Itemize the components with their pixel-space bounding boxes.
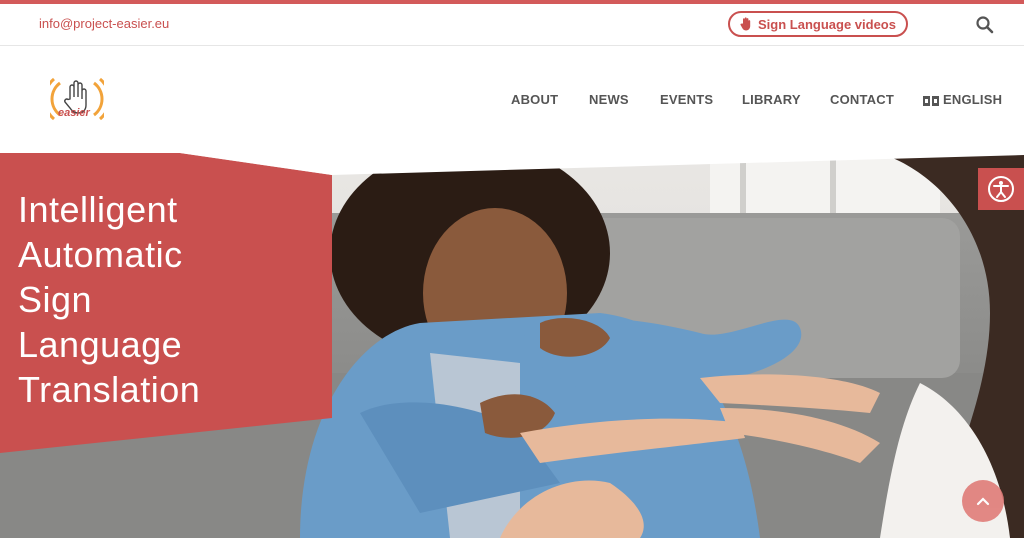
main-header: easier ABOUT NEWS EVENTS LIBRARY CONTACT… bbox=[0, 47, 1024, 153]
sign-language-videos-label: Sign Language videos bbox=[758, 16, 896, 32]
hero-line-2: Automatic bbox=[18, 234, 183, 275]
hero-headline: Intelligent Automatic Sign Language Tran… bbox=[18, 187, 318, 412]
language-icon bbox=[923, 95, 939, 106]
accessibility-toolbar-button[interactable] bbox=[978, 168, 1024, 210]
scroll-to-top-button[interactable] bbox=[962, 480, 1004, 522]
nav-item-language[interactable]: ENGLISH bbox=[923, 92, 1002, 107]
nav-item-about[interactable]: ABOUT bbox=[511, 92, 558, 107]
nav-item-news[interactable]: NEWS bbox=[589, 92, 629, 107]
logo-wordmark: easier bbox=[58, 107, 90, 119]
hero-line-5: Translation bbox=[18, 369, 201, 410]
hero-section: Intelligent Automatic Sign Language Tran… bbox=[0, 153, 1024, 538]
nav-item-library[interactable]: LIBRARY bbox=[742, 92, 801, 107]
hero-line-3: Sign bbox=[18, 279, 93, 320]
hand-icon bbox=[740, 17, 751, 31]
sign-language-videos-button[interactable]: Sign Language videos bbox=[728, 11, 908, 37]
accessibility-icon bbox=[988, 176, 1014, 202]
easier-logo[interactable] bbox=[50, 75, 104, 127]
hero-line-1: Intelligent bbox=[18, 189, 178, 230]
search-icon[interactable] bbox=[975, 15, 995, 35]
nav-item-events[interactable]: EVENTS bbox=[660, 92, 713, 107]
contact-email-link[interactable]: info@project-easier.eu bbox=[39, 16, 169, 31]
nav-item-contact[interactable]: CONTACT bbox=[830, 92, 894, 107]
top-bar: info@project-easier.eu Sign Language vid… bbox=[0, 4, 1024, 46]
language-label: ENGLISH bbox=[943, 92, 1003, 107]
hero-line-4: Language bbox=[18, 324, 183, 365]
chevron-up-icon bbox=[976, 497, 990, 506]
